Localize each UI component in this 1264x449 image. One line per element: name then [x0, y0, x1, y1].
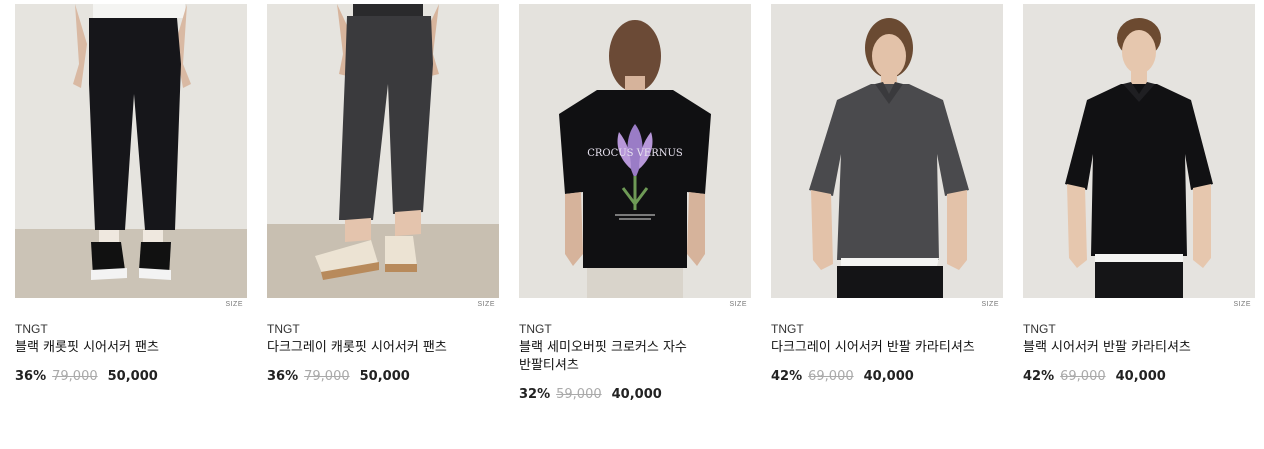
- black-shirt-photo-icon: [1023, 4, 1255, 298]
- original-price: 79,000: [304, 369, 350, 384]
- black-tshirt-back-photo-icon: CROCUS VERNUS: [519, 4, 751, 298]
- brand-name: TNGT: [771, 322, 804, 336]
- original-price: 79,000: [52, 369, 98, 384]
- product-image[interactable]: [771, 4, 1003, 298]
- product-card[interactable]: CROCUS VERNUS SIZE TNGT 블랙 세미오버핏 크로커스 자수…: [519, 4, 751, 404]
- discount-rate: 32%: [519, 387, 551, 402]
- sale-price: 50,000: [107, 369, 158, 384]
- price-row: 42% 69,000 40,000: [771, 368, 1003, 386]
- darkgray-shirt-photo-icon: [771, 4, 1003, 298]
- brand-name: TNGT: [267, 322, 300, 336]
- discount-rate: 42%: [1023, 369, 1055, 384]
- price-row: 36% 79,000 50,000: [15, 368, 247, 386]
- sale-price: 40,000: [611, 387, 662, 402]
- size-label[interactable]: SIZE: [729, 301, 747, 308]
- product-name[interactable]: 블랙 세미오버핏 크로커스 자수 반팔티셔츠: [519, 339, 729, 375]
- discount-rate: 42%: [771, 369, 803, 384]
- price-row: 36% 79,000 50,000: [267, 368, 499, 386]
- product-card[interactable]: SIZE TNGT 다크그레이 시어서커 반팔 카라티셔츠 42% 69,000…: [771, 4, 1003, 386]
- sale-price: 40,000: [863, 369, 914, 384]
- brand-name: TNGT: [519, 322, 552, 336]
- product-image[interactable]: [1023, 4, 1255, 298]
- product-name[interactable]: 다크그레이 시어서커 반팔 카라티셔츠: [771, 339, 981, 357]
- black-pants-photo-icon: [15, 4, 247, 298]
- darkgray-pants-photo-icon: [267, 4, 499, 298]
- product-image[interactable]: [267, 4, 499, 298]
- brand-name: TNGT: [15, 322, 48, 336]
- product-card[interactable]: SIZE TNGT 다크그레이 캐롯핏 시어서커 팬츠 36% 79,000 5…: [267, 4, 499, 386]
- discount-rate: 36%: [15, 369, 47, 384]
- original-price: 69,000: [1060, 369, 1106, 384]
- original-price: 69,000: [808, 369, 854, 384]
- product-card[interactable]: SIZE TNGT 블랙 시어서커 반팔 카라티셔츠 42% 69,000 40…: [1023, 4, 1255, 386]
- product-name[interactable]: 블랙 캐롯핏 시어서커 팬츠: [15, 339, 225, 357]
- brand-name: TNGT: [1023, 322, 1056, 336]
- price-row: 32% 59,000 40,000: [519, 386, 751, 404]
- size-label[interactable]: SIZE: [225, 301, 243, 308]
- size-label[interactable]: SIZE: [981, 301, 999, 308]
- discount-rate: 36%: [267, 369, 299, 384]
- price-row: 42% 69,000 40,000: [1023, 368, 1255, 386]
- product-card[interactable]: SIZE TNGT 블랙 캐롯핏 시어서커 팬츠 36% 79,000 50,0…: [15, 4, 247, 386]
- original-price: 59,000: [556, 387, 602, 402]
- size-label[interactable]: SIZE: [1233, 301, 1251, 308]
- size-label[interactable]: SIZE: [477, 301, 495, 308]
- product-grid: SIZE TNGT 블랙 캐롯핏 시어서커 팬츠 36% 79,000 50,0…: [0, 0, 1264, 449]
- sale-price: 50,000: [359, 369, 410, 384]
- product-name[interactable]: 블랙 시어서커 반팔 카라티셔츠: [1023, 339, 1233, 357]
- product-image[interactable]: CROCUS VERNUS: [519, 4, 751, 298]
- product-name[interactable]: 다크그레이 캐롯핏 시어서커 팬츠: [267, 339, 477, 357]
- print-text: CROCUS VERNUS: [587, 148, 683, 159]
- sale-price: 40,000: [1115, 369, 1166, 384]
- product-image[interactable]: [15, 4, 247, 298]
